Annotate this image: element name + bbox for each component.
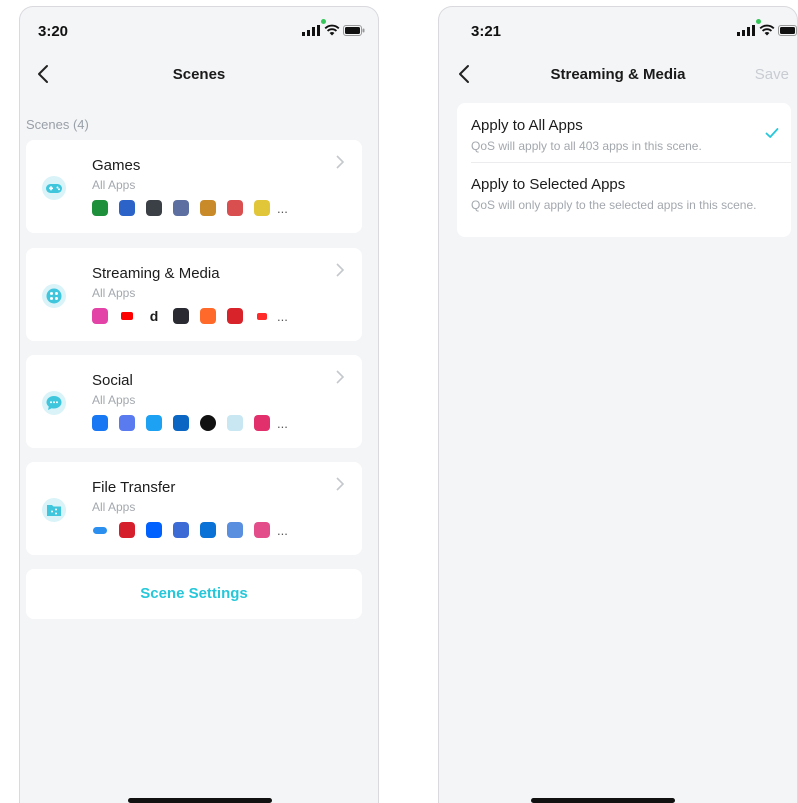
scene-card-file-transfer[interactable]: File Transfer All Apps ... [26,462,362,555]
option-apply-selected-apps[interactable]: Apply to Selected Apps QoS will only app… [457,163,791,237]
xbox-icon [92,200,108,216]
scene-subtitle: All Apps [92,393,136,407]
chevron-right-icon [336,263,345,277]
cellular-signal-icon [302,25,320,36]
scene-subtitle: All Apps [92,286,136,300]
wifi-icon [759,24,775,36]
more-apps-ellipsis: ... [277,200,288,216]
chevron-right-icon [336,477,345,491]
media-app-icon [227,308,243,324]
media-app-icon [173,308,189,324]
app-icon-row: ... [92,199,288,217]
game-app-icon [173,200,189,216]
linkedin-icon [173,415,189,431]
battery-icon [343,25,365,36]
youtube-icon [254,308,270,324]
creative-cloud-icon [254,522,270,538]
social-app-icon [227,415,243,431]
option-description: QoS will apply to all 403 apps in this s… [471,139,702,153]
social-app-icon [119,415,135,431]
scenes-screen: 3:20 Scenes Scenes (4) Games All Apps ..… [19,6,379,803]
status-time: 3:20 [38,23,69,40]
streaming-media-screen: 3:21 Streaming & Media Save Apply to All… [438,6,798,803]
youtube-icon [119,308,135,324]
box-icon [200,522,216,538]
more-apps-ellipsis: ... [277,415,288,431]
facebook-icon [92,415,108,431]
navigation-bar: Streaming & Media Save [439,52,797,96]
dropbox-icon [146,522,162,538]
option-title: Apply to Selected Apps [471,176,626,193]
scene-subtitle: All Apps [92,500,136,514]
share-folder-icon [42,498,66,522]
game-app-icon [227,200,243,216]
page-title: Scenes [172,66,226,83]
scene-card-social[interactable]: Social All Apps ... [26,355,362,448]
scene-title: Games [92,157,141,174]
status-bar: 3:21 [439,7,797,51]
soundcloud-icon [200,308,216,324]
twitter-icon [146,415,162,431]
chat-bubble-icon [42,391,66,415]
status-icons [302,19,365,38]
more-apps-ellipsis: ... [277,522,288,538]
itunes-icon [92,308,108,324]
game-app-icon [254,200,270,216]
instagram-icon [254,415,270,431]
scene-title: File Transfer [92,479,176,496]
checkmark-icon [765,128,779,138]
navigation-bar: Scenes [20,52,378,96]
option-title: Apply to All Apps [471,117,583,134]
wifi-icon [324,24,340,36]
wordfeud-icon [119,200,135,216]
save-button[interactable]: Save [755,66,789,83]
scene-title: Social [92,372,133,389]
home-indicator[interactable] [128,798,272,803]
scene-card-games[interactable]: Games All Apps ... [26,140,362,233]
option-apply-all-apps[interactable]: Apply to All Apps QoS will apply to all … [457,103,791,163]
chevron-right-icon [336,155,345,169]
scene-title: Streaming & Media [92,265,220,282]
status-icons [737,19,797,38]
game-app-icon [146,200,162,216]
option-description: QoS will only apply to the selected apps… [471,198,757,212]
apply-options-card: Apply to All Apps QoS will apply to all … [457,103,791,237]
transfer-app-icon [227,522,243,538]
scenes-count-label: Scenes (4) [26,117,89,132]
film-reel-icon [42,284,66,308]
chevron-right-icon [336,370,345,384]
status-time: 3:21 [471,23,502,40]
game-app-icon [200,200,216,216]
scene-subtitle: All Apps [92,178,136,192]
app-icon-row: d ... [92,307,288,325]
share-app-icon [173,522,189,538]
cellular-signal-icon [737,25,755,36]
page-title: Streaming & Media [550,66,686,83]
home-indicator[interactable] [531,798,675,803]
battery-icon [778,25,797,36]
status-bar: 3:20 [20,7,378,51]
scene-card-streaming-media[interactable]: Streaming & Media All Apps d ... [26,248,362,341]
cloud-icon [92,522,108,538]
dailymotion-icon: d [146,308,162,324]
unlimited-icon [119,522,135,538]
messages-icon [200,415,216,431]
gamepad-icon [42,176,66,200]
more-apps-ellipsis: ... [277,308,288,324]
scene-settings-button[interactable]: Scene Settings [26,569,362,619]
app-icon-row: ... [92,521,288,539]
app-icon-row: ... [92,414,288,432]
